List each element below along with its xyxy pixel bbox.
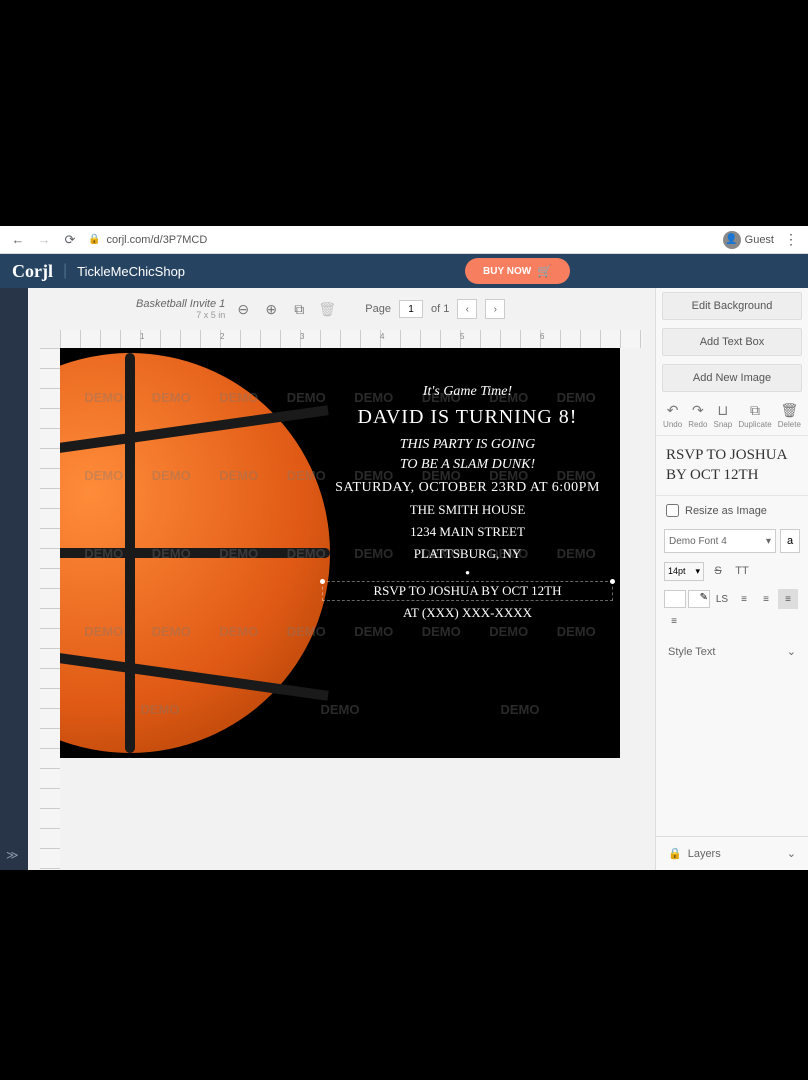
left-rail: ≫: [0, 288, 28, 870]
url-text: corjl.com/d/3P7MCD: [106, 234, 207, 246]
expand-rail-icon[interactable]: ≫: [6, 848, 19, 862]
layers-panel-toggle[interactable]: 🔒 Layers ⌄: [656, 836, 808, 870]
letterbox-bottom: [0, 870, 808, 1080]
page-label: Page: [365, 303, 391, 315]
undo-button[interactable]: ↶Undo: [663, 402, 682, 429]
lock-icon: 🔒: [88, 234, 100, 245]
avatar-icon: 👤: [723, 231, 741, 249]
redo-button[interactable]: ↷Redo: [688, 402, 707, 429]
user-label: Guest: [745, 234, 774, 246]
chevron-down-icon: ⌄: [787, 645, 796, 658]
redo-icon: ↷: [690, 402, 706, 418]
forward-icon[interactable]: →: [36, 232, 52, 248]
ruler-horizontal: 123456: [60, 330, 643, 348]
strikethrough-button[interactable]: S: [708, 561, 728, 581]
chevron-down-icon: ▾: [766, 536, 771, 547]
shop-name: TickleMeChicShop: [77, 264, 185, 279]
browser-chrome: ← → ⟳ 🔒 corjl.com/d/3P7MCD 👤 Guest ⋮: [0, 226, 808, 254]
invite-line-venue[interactable]: THE SMITH HOUSE: [330, 502, 605, 518]
duplicate-icon: ⧉: [747, 402, 763, 418]
invite-line-rsvp-selected[interactable]: RSVP TO JOSHUA BY OCT 12TH: [330, 583, 605, 599]
magnet-icon: ⊔: [715, 402, 731, 418]
undo-icon: ↶: [665, 402, 681, 418]
resize-checkbox[interactable]: [666, 504, 679, 517]
selected-text-preview: RSVP TO JOSHUA BY OCT 12TH: [656, 436, 808, 496]
ruler-vertical: [40, 348, 60, 870]
divider: |: [63, 262, 67, 280]
divider-dot: ●: [330, 568, 605, 577]
stroke-color-swatch[interactable]: [688, 590, 710, 608]
style-text-toggle[interactable]: Style Text ⌄: [656, 635, 808, 668]
resize-as-image-row[interactable]: Resize as Image: [656, 496, 808, 525]
invite-line-city[interactable]: PLATTSBURG, NY: [330, 546, 605, 562]
invite-line-slam[interactable]: THIS PARTY IS GOINGTO BE A SLAM DUNK!: [330, 435, 605, 474]
delete-icon: 🗑: [781, 402, 797, 418]
user-menu[interactable]: 👤 Guest: [723, 231, 774, 249]
letterbox-top: [0, 0, 808, 226]
cart-icon: 🛒: [537, 264, 552, 278]
invite-line-street[interactable]: 1234 MAIN STREET: [330, 524, 605, 540]
trash-icon[interactable]: 🗑: [317, 299, 337, 319]
buy-now-button[interactable]: BUY NOW 🛒: [465, 258, 570, 284]
zoom-out-icon[interactable]: ⊖: [233, 299, 253, 319]
page-prev-button[interactable]: ‹: [457, 299, 477, 319]
buy-now-label: BUY NOW: [483, 266, 531, 277]
editor-toolbar: Basketball Invite 1 7 x 5 in ⊖ ⊕ ⧉ 🗑 Pag…: [28, 288, 655, 330]
invite-line-phone[interactable]: AT (XXX) XXX-XXXX: [330, 605, 605, 621]
align-left-button[interactable]: ≡: [756, 589, 776, 609]
format-row: LS ≡ ≡ ≡ ≡: [656, 585, 808, 635]
add-image-button[interactable]: Add New Image: [662, 364, 802, 392]
zoom-in-icon[interactable]: ⊕: [261, 299, 281, 319]
logo: Corjl: [12, 261, 53, 282]
main-area: ≫ Basketball Invite 1 7 x 5 in ⊖ ⊕ ⧉ 🗑 P…: [0, 288, 808, 870]
snap-button[interactable]: ⊔Snap: [714, 402, 733, 429]
invite-line-name[interactable]: DAVID IS TURNING 8!: [330, 406, 605, 429]
invite-line-date[interactable]: SATURDAY, OCTOBER 23RD AT 6:00PM: [330, 480, 605, 496]
resize-label: Resize as Image: [685, 505, 767, 517]
editor-column: Basketball Invite 1 7 x 5 in ⊖ ⊕ ⧉ 🗑 Pag…: [28, 288, 655, 870]
app-header: Corjl | TickleMeChicShop BUY NOW 🛒: [0, 254, 808, 288]
add-text-button[interactable]: Add Text Box: [662, 328, 802, 356]
document-name: Basketball Invite 1: [136, 298, 225, 310]
invite-line-gametime[interactable]: It's Game Time!: [330, 384, 605, 400]
size-row: 14pt▾ S TT: [656, 557, 808, 585]
align-right-button[interactable]: ≡: [664, 611, 684, 631]
invite-text-group: It's Game Time! DAVID IS TURNING 8! THIS…: [330, 378, 605, 627]
font-family-select[interactable]: Demo Font 4▾: [664, 529, 776, 553]
document-dimensions: 7 x 5 in: [136, 310, 225, 320]
reload-icon[interactable]: ⟳: [62, 232, 78, 248]
text-transform-button[interactable]: TT: [732, 561, 752, 581]
duplicate-button[interactable]: ⧉Duplicate: [738, 402, 771, 429]
copy-icon[interactable]: ⧉: [289, 299, 309, 319]
fill-color-swatch[interactable]: [664, 590, 686, 608]
selection-handles[interactable]: [322, 581, 613, 601]
page-number-input[interactable]: [399, 300, 423, 318]
address-bar[interactable]: 🔒 corjl.com/d/3P7MCD: [88, 234, 713, 246]
design-canvas[interactable]: DEMODEMODEMODEMODEMO DEMODEMODEMODEMODEM…: [60, 348, 620, 758]
page-of-label: of 1: [431, 303, 449, 315]
back-icon[interactable]: ←: [10, 232, 26, 248]
letter-spacing-button[interactable]: LS: [712, 589, 732, 609]
line-height-button[interactable]: ≡: [734, 589, 754, 609]
tool-row: ↶Undo ↷Redo ⊔Snap ⧉Duplicate 🗑Delete: [656, 396, 808, 436]
font-row: Demo Font 4▾ a: [656, 525, 808, 557]
font-feature-button[interactable]: a: [780, 529, 800, 553]
canvas-wrap: 123456 DEMODEMODEMODEMODEMO DEMODEMODEMO…: [28, 330, 655, 870]
page-next-button[interactable]: ›: [485, 299, 505, 319]
basketball-image[interactable]: [60, 353, 330, 753]
font-size-select[interactable]: 14pt▾: [664, 562, 704, 581]
kebab-menu-icon[interactable]: ⋮: [784, 231, 798, 248]
delete-button[interactable]: 🗑Delete: [778, 402, 801, 429]
document-title-block: Basketball Invite 1 7 x 5 in: [136, 298, 225, 320]
edit-background-button[interactable]: Edit Background: [662, 292, 802, 320]
align-center-button[interactable]: ≡: [778, 589, 798, 609]
properties-panel: Edit Background Add Text Box Add New Ima…: [655, 288, 808, 870]
chevron-down-icon: ⌄: [787, 847, 796, 860]
lock-icon: 🔒: [668, 847, 682, 860]
